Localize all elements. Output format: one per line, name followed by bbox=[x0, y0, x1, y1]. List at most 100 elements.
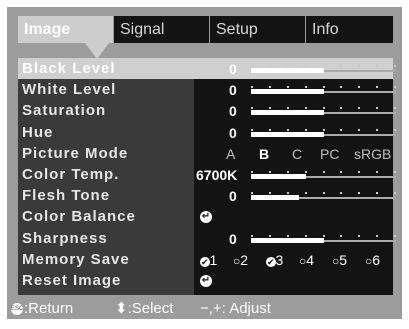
footer-return-label: :Return bbox=[24, 300, 74, 317]
sharpness-slider-tick bbox=[376, 234, 378, 237]
picture-mode-option-srgb[interactable]: sRGB bbox=[354, 144, 391, 164]
black-level-slider-tick bbox=[340, 65, 342, 67]
menu-item-hue[interactable]: Hue bbox=[22, 123, 53, 143]
saturation-slider-tick bbox=[340, 107, 342, 110]
tab-setup[interactable]: Setup bbox=[210, 16, 305, 43]
black-level-slider-fill bbox=[251, 68, 324, 73]
saturation-slider-tick bbox=[251, 107, 253, 110]
memory-slot-number: 4 bbox=[306, 251, 315, 268]
sharpness-slider-tick bbox=[251, 234, 253, 237]
hue-slider[interactable] bbox=[251, 128, 396, 139]
hue-value: 0 bbox=[229, 124, 237, 141]
black-level-slider[interactable] bbox=[251, 65, 396, 75]
black-level-slider-tick bbox=[394, 65, 396, 67]
enter-icon[interactable]: ↵ bbox=[200, 211, 212, 224]
saturation-slider[interactable] bbox=[251, 107, 396, 117]
white-level-slider-tick bbox=[340, 86, 342, 89]
menu-item-color-balance[interactable]: Color Balance bbox=[22, 207, 136, 227]
black-level-slider-tick bbox=[376, 65, 378, 67]
memory-slot-number: 6 bbox=[372, 251, 381, 268]
memory-slot-4[interactable]: ○4 bbox=[299, 250, 314, 271]
memory-slot-5[interactable]: ○5 bbox=[332, 250, 347, 271]
sharpness-slider-tick bbox=[358, 234, 360, 237]
picture-mode-option-a[interactable]: A bbox=[226, 144, 235, 164]
white-level-slider-tick bbox=[305, 86, 307, 89]
menu-item-flesh-tone[interactable]: Flesh Tone bbox=[22, 186, 110, 206]
hue-slider-tick bbox=[340, 128, 342, 131]
tab-info[interactable]: Info bbox=[306, 16, 393, 43]
flesh-tone-slider-tick bbox=[358, 192, 360, 195]
color-temp-slider-fill bbox=[251, 174, 306, 179]
hue-slider-tick bbox=[305, 128, 307, 131]
saturation-slider-fill bbox=[251, 110, 324, 116]
memory-slot-6[interactable]: ○6 bbox=[365, 250, 380, 271]
flesh-tone-slider[interactable] bbox=[251, 192, 396, 202]
active-tab-pointer bbox=[85, 43, 109, 59]
saturation-slider-tick bbox=[376, 107, 378, 110]
black-level-slider-tick bbox=[269, 65, 271, 67]
menu-item-saturation[interactable]: Saturation bbox=[22, 101, 106, 121]
color-temp-slider-tick bbox=[394, 171, 396, 173]
tab-signal[interactable]: Signal bbox=[114, 16, 209, 43]
white-level-slider[interactable] bbox=[251, 86, 396, 96]
black-level-slider-tick bbox=[305, 65, 307, 67]
memory-slot-2[interactable]: ○2 bbox=[233, 250, 248, 271]
menu-panel: Black Level 0 White Level 0 Saturation 0 Hue 0 P… bbox=[18, 58, 396, 295]
saturation-slider-tick bbox=[323, 107, 325, 110]
white-level-value: 0 bbox=[229, 82, 237, 99]
footer-select: ⬍:Select bbox=[115, 299, 173, 319]
white-level-slider-tick bbox=[323, 86, 325, 89]
hue-slider-tick bbox=[269, 128, 271, 131]
sharpness-slider-tick bbox=[394, 234, 396, 237]
menu-item-sharpness[interactable]: Sharpness bbox=[22, 229, 108, 249]
memory-slot-number: 5 bbox=[339, 251, 348, 268]
flesh-tone-slider-tick bbox=[394, 192, 396, 195]
white-level-slider-tick bbox=[376, 86, 378, 89]
saturation-slider-tick bbox=[358, 107, 360, 110]
menu-item-memory-save[interactable]: Memory Save bbox=[22, 250, 130, 270]
hue-slider-tick bbox=[358, 128, 360, 131]
memory-slot-3[interactable]: ✔︎3 bbox=[266, 250, 283, 272]
hue-slider-tick bbox=[376, 128, 378, 131]
footer-adjust-label: −,+: Adjust bbox=[200, 300, 271, 317]
flesh-tone-slider-tick bbox=[376, 192, 378, 195]
flesh-tone-slider-tick bbox=[305, 192, 307, 195]
flesh-tone-slider-tick bbox=[269, 192, 271, 195]
tab-signal-label: Signal bbox=[120, 21, 165, 38]
tab-image[interactable]: Image bbox=[18, 16, 113, 43]
flesh-tone-slider-tick bbox=[287, 192, 289, 195]
menu-item-color-temp[interactable]: Color Temp. bbox=[22, 165, 119, 185]
color-temp-slider-tick bbox=[305, 171, 307, 173]
memory-slot-number: 2 bbox=[240, 251, 249, 268]
picture-mode-option-pc[interactable]: PC bbox=[320, 144, 339, 164]
memory-slot-1[interactable]: ✔︎1 bbox=[200, 250, 217, 272]
menu-item-reset-image[interactable]: Reset Image bbox=[22, 271, 121, 291]
hue-slider-tick bbox=[394, 128, 396, 131]
hue-slider-tick bbox=[251, 128, 253, 131]
black-level-slider-tick bbox=[287, 65, 289, 67]
menu-item-black-level[interactable]: Black Level bbox=[22, 59, 116, 79]
footer-select-label: :Select bbox=[127, 300, 174, 317]
color-temp-slider[interactable] bbox=[251, 171, 396, 181]
saturation-slider-tick bbox=[394, 107, 396, 110]
menu-item-picture-mode[interactable]: Picture Mode bbox=[22, 144, 128, 164]
footer-adjust: −,+: Adjust bbox=[200, 299, 271, 319]
hue-slider-tick bbox=[287, 128, 289, 131]
black-level-slider-tick bbox=[358, 65, 360, 67]
sharpness-slider-tick bbox=[287, 234, 289, 237]
sharpness-slider-tick bbox=[269, 234, 271, 237]
saturation-value: 0 bbox=[229, 103, 237, 120]
white-level-slider-tick bbox=[287, 86, 289, 89]
enter-icon[interactable]: ↵ bbox=[200, 275, 212, 287]
white-level-slider-fill bbox=[251, 89, 324, 95]
white-level-slider-tick bbox=[251, 86, 253, 89]
sharpness-slider[interactable] bbox=[251, 234, 396, 245]
tab-setup-label: Setup bbox=[216, 21, 258, 38]
picture-mode-option-b[interactable]: B bbox=[259, 144, 269, 164]
white-level-slider-tick bbox=[269, 86, 271, 89]
color-temp-slider-tick bbox=[287, 171, 289, 173]
hue-slider-fill bbox=[251, 131, 324, 137]
menu-item-white-level[interactable]: White Level bbox=[22, 80, 116, 100]
white-level-slider-tick bbox=[358, 86, 360, 89]
picture-mode-option-c[interactable]: C bbox=[292, 144, 302, 164]
